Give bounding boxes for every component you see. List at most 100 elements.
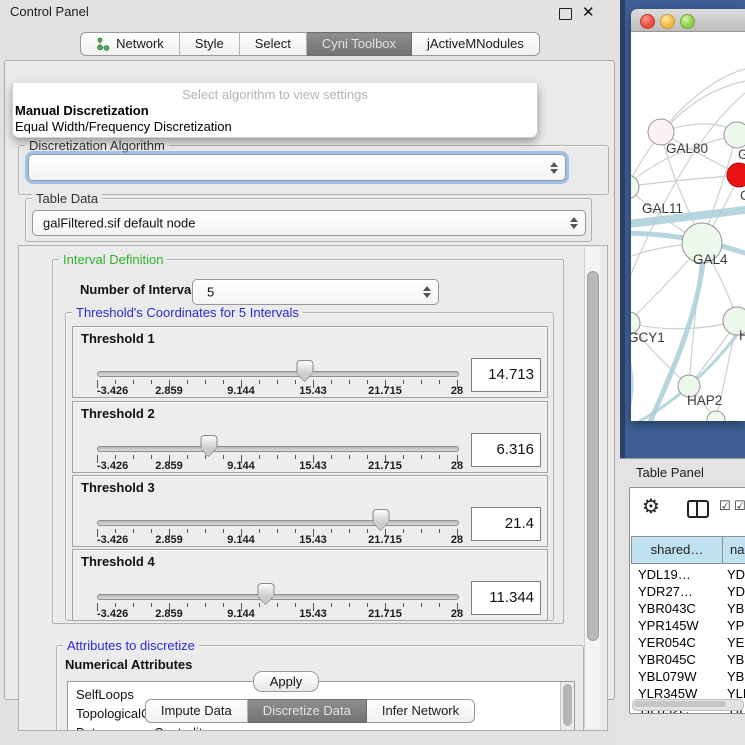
tab-label: Infer Network <box>382 700 459 722</box>
tab-network[interactable]: Network <box>80 32 180 56</box>
slider-thumb[interactable] <box>200 435 217 448</box>
columns-icon[interactable] <box>687 500 709 518</box>
network-canvas[interactable]: GAL80GACGAL11GAL4GCY1HHAP2 <box>631 32 745 421</box>
table-horizontal-scrollbar[interactable] <box>632 699 744 711</box>
slider-tick <box>187 380 188 384</box>
threshold-value-field[interactable]: 6.316 <box>471 433 541 467</box>
zoom-traffic-light[interactable] <box>680 14 695 29</box>
numerical-attributes-heading: Numerical Attributes <box>65 657 192 672</box>
gear-icon[interactable]: ⚙ <box>642 494 660 519</box>
bottom-tab-discretize-data[interactable]: Discretize Data <box>248 699 367 723</box>
attribute-item-betweennesscentrality[interactable]: BetweennessCentrality <box>68 723 574 731</box>
slider-thumb[interactable] <box>373 509 390 522</box>
discretization-algorithm-group: Discretization Algorithm <box>18 145 609 195</box>
dropdown-item-equal-width-frequency-discretization[interactable]: Equal Width/Frequency Discretization <box>15 119 232 134</box>
slider-tick <box>295 603 296 607</box>
column-header-name[interactable]: na <box>722 536 745 564</box>
tab-select[interactable]: Select <box>240 32 307 56</box>
checkbox-icon[interactable]: ☑ <box>719 498 731 514</box>
column-header-shared-name[interactable]: shared… <box>631 536 723 564</box>
slider-scale-label: 28 <box>451 608 463 620</box>
slider-track[interactable] <box>97 446 459 452</box>
table-panel: Table Panel ⚙ ☑ ☑ shared… na YDL19…YDL1…… <box>620 458 745 745</box>
slider-scale-label: 28 <box>451 534 463 546</box>
algorithm-dropdown-popup: Select algorithm to view settings Manual… <box>12 83 538 138</box>
network-window-titlebar[interactable] <box>631 9 745 32</box>
network-edge[interactable] <box>631 321 737 329</box>
slider-scale-label: -3.426 <box>97 385 128 397</box>
bottom-tab-impute-data[interactable]: Impute Data <box>145 699 248 723</box>
table-row[interactable]: YPR145WYPR1… <box>630 617 745 634</box>
slider-tick <box>439 529 440 533</box>
slider-tick <box>331 603 332 607</box>
scrollbar-thumb[interactable] <box>634 701 726 707</box>
threshold-value-field[interactable]: 11.344 <box>471 581 541 615</box>
threshold-coordinates-group: Threshold's Coordinates for 5 Intervals … <box>65 312 554 621</box>
slider-tick <box>187 455 188 459</box>
threshold-value-field[interactable]: 14.713 <box>471 358 541 392</box>
slider-tick <box>403 603 404 607</box>
checkbox-icon[interactable]: ☑ <box>734 498 745 514</box>
minimize-traffic-light[interactable] <box>660 14 675 29</box>
num-intervals-combo[interactable]: 5 <box>192 279 439 305</box>
slider-tick <box>151 380 152 384</box>
slider-tick <box>277 529 278 533</box>
slider-tick <box>295 529 296 533</box>
slider-tick <box>277 455 278 459</box>
close-icon[interactable]: ✕ <box>582 3 595 21</box>
tab-label: Network <box>116 33 164 55</box>
dropdown-hint: Select algorithm to view settings <box>13 87 537 102</box>
table-row[interactable]: YBR045CYBR0… <box>630 651 745 668</box>
tab-style[interactable]: Style <box>180 32 240 56</box>
network-node[interactable] <box>724 122 745 148</box>
close-traffic-light[interactable] <box>640 14 655 29</box>
network-node-label: GA <box>738 147 745 162</box>
slider-thumb[interactable] <box>296 360 313 373</box>
tab-jactivemnodules[interactable]: jActiveMNodules <box>412 32 540 56</box>
network-edge[interactable] <box>631 93 745 301</box>
table-row[interactable]: YDR27… YDR2… <box>630 583 745 600</box>
slider-track[interactable] <box>97 371 459 377</box>
app-root: Control Panel ✕ NetworkStyleSelectCyni T… <box>0 0 745 745</box>
table-row[interactable]: YBR043CYBR0… <box>630 600 745 617</box>
slider-tick <box>187 603 188 607</box>
table-row[interactable]: YER054CYER0… <box>630 634 745 651</box>
algorithm-combo[interactable] <box>28 154 566 181</box>
tab-cyni-toolbox[interactable]: Cyni Toolbox <box>307 32 412 56</box>
table-row[interactable]: YBL079WYBL0… <box>630 668 745 685</box>
cell-name: YPR1… <box>727 617 745 634</box>
slider-tick <box>151 529 152 533</box>
cell-shared-name: YDR27… <box>638 583 693 600</box>
settings-scrollbar[interactable] <box>584 247 600 728</box>
table-data-combo[interactable]: galFiltered.sif default node <box>32 210 586 236</box>
tab-label: Style <box>195 33 224 55</box>
threshold-value-field[interactable]: 21.4 <box>471 507 541 541</box>
bottom-tab-infer-network[interactable]: Infer Network <box>367 699 475 723</box>
slider-tick <box>223 529 224 533</box>
slider-scale-label: 21.715 <box>368 608 402 620</box>
apply-button[interactable]: Apply <box>253 671 319 692</box>
slider-scale-label: 21.715 <box>368 385 402 397</box>
slider-tick <box>367 380 368 384</box>
float-window-icon[interactable] <box>559 8 572 20</box>
slider-scale-label: 2.859 <box>155 608 183 620</box>
threshold-panel-3: Threshold 3-3.4262.8599.14415.4321.71528… <box>72 475 548 547</box>
cell-name: YDR2… <box>727 583 745 600</box>
group-title: Table Data <box>32 191 102 206</box>
network-node-label: HAP2 <box>687 393 722 408</box>
slider-thumb[interactable] <box>258 583 275 596</box>
cell-name: YBR0… <box>727 600 745 617</box>
slider-track[interactable] <box>97 594 459 600</box>
scrollbar-thumb[interactable] <box>587 271 599 641</box>
slider-track[interactable] <box>97 520 459 526</box>
dropdown-item-manual-discretization[interactable]: Manual Discretization <box>15 103 149 118</box>
table-row[interactable]: YDL19…YDL1… <box>630 566 745 583</box>
network-icon <box>96 37 110 51</box>
network-node[interactable] <box>631 175 639 199</box>
network-node[interactable] <box>727 163 745 187</box>
cell-name: YDL1… <box>727 566 745 583</box>
slider-scale-label: 28 <box>451 385 463 397</box>
threshold-label: Threshold 4 <box>81 554 155 569</box>
slider-scale-label: 9.144 <box>227 460 255 472</box>
slider-scale-label: 15.43 <box>299 608 327 620</box>
